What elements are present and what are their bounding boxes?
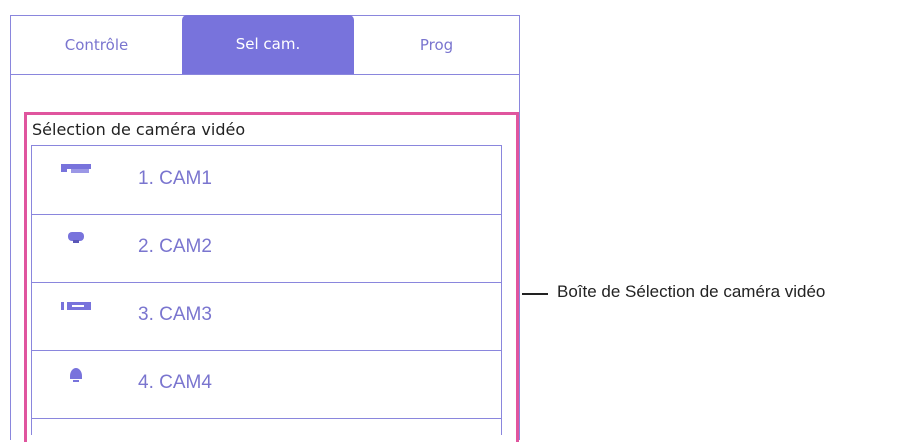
- camera-item-1[interactable]: 1. CAM1: [32, 146, 501, 215]
- camera-item-3[interactable]: 3. CAM3: [32, 282, 501, 351]
- camera-item-label: 1. CAM1: [138, 168, 212, 189]
- camera-item-2[interactable]: 2. CAM2: [32, 214, 501, 283]
- camera-selection-title: Sélection de caméra vidéo: [32, 120, 246, 139]
- camera-item-label: 4. CAM4: [138, 372, 212, 393]
- camera-item-label: 3. CAM3: [138, 304, 212, 325]
- camera-list: 1. CAM1 2. CAM2 3. CAM3 4. CAM4: [31, 145, 502, 435]
- ptz-camera-icon: [59, 364, 93, 384]
- tab-controle[interactable]: Contrôle: [11, 16, 182, 74]
- camera-item-label: 2. CAM2: [138, 236, 212, 257]
- callout-leader-line: [522, 293, 548, 295]
- bullet-camera-icon: [59, 296, 93, 316]
- box-camera-icon: [59, 160, 93, 180]
- tab-sel-cam[interactable]: Sel cam.: [182, 15, 354, 74]
- camera-item-4[interactable]: 4. CAM4: [32, 350, 501, 419]
- tab-bar: Contrôle Sel cam. Prog: [11, 15, 519, 75]
- callout-label: Boîte de Sélection de caméra vidéo: [557, 282, 826, 301]
- tab-prog[interactable]: Prog: [354, 16, 519, 74]
- dome-camera-icon: [59, 228, 93, 248]
